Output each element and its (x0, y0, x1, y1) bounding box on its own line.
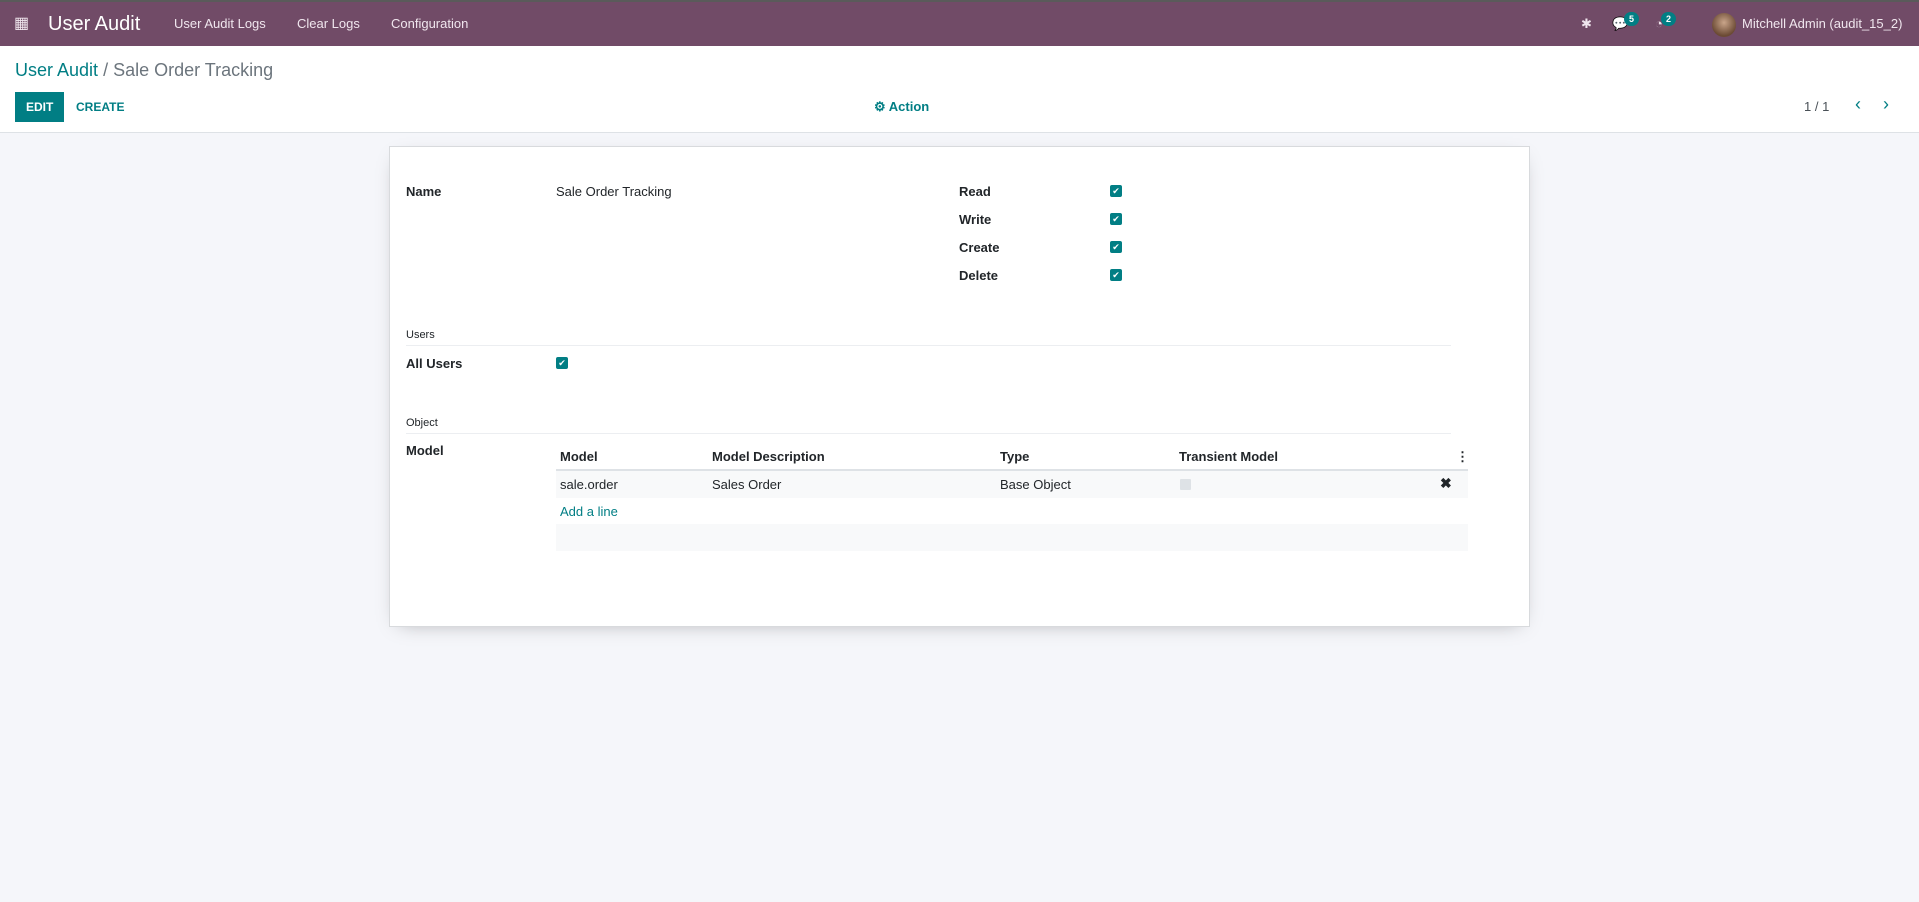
optional-columns-kebab-icon[interactable]: ⋮ (1456, 449, 1469, 465)
form-sheet: Name Sale Order Tracking Read ✔ Write ✔ … (389, 146, 1530, 627)
name-label: Name (406, 184, 442, 199)
cell-model: sale.order (560, 477, 618, 492)
breadcrumb: User Audit / Sale Order Tracking (15, 60, 273, 81)
delete-row-icon[interactable]: ✖ (1440, 475, 1452, 492)
breadcrumb-current: Sale Order Tracking (113, 60, 274, 80)
create-button[interactable]: CREATE (65, 92, 135, 122)
apps-menu-icon[interactable]: ▦ (14, 2, 29, 46)
pager-next-icon[interactable]: › (1883, 94, 1889, 115)
object-section-header: Object (406, 417, 1451, 434)
cell-type: Base Object (1000, 477, 1071, 492)
read-label: Read (959, 184, 991, 199)
user-menu[interactable]: Mitchell Admin (audit_15_2) (1742, 2, 1902, 46)
empty-row (556, 524, 1468, 551)
menu-configuration[interactable]: Configuration (391, 2, 468, 46)
users-section-header: Users (406, 329, 1451, 346)
write-label: Write (959, 212, 992, 227)
cell-description: Sales Order (712, 477, 782, 492)
read-checkbox[interactable]: ✔ (1110, 185, 1122, 197)
add-line-row: Add a line (556, 498, 1468, 524)
write-checkbox[interactable]: ✔ (1110, 213, 1122, 225)
transient-checkbox (1180, 479, 1191, 490)
control-panel: User Audit / Sale Order Tracking EDIT CR… (0, 46, 1919, 133)
menu-clear-logs[interactable]: Clear Logs (297, 2, 360, 46)
create-checkbox[interactable]: ✔ (1110, 241, 1122, 253)
menu-user-audit-logs[interactable]: User Audit Logs (174, 2, 266, 46)
gear-icon: ⚙ (874, 99, 886, 114)
column-header-type[interactable]: Type (1000, 449, 1029, 464)
column-header-model[interactable]: Model (560, 449, 598, 464)
breadcrumb-parent[interactable]: User Audit (15, 60, 98, 80)
create-label: Create (959, 240, 1000, 255)
debug-bug-icon[interactable]: ✱ (1581, 2, 1592, 46)
top-navbar: ▦ User Audit User Audit Logs Clear Logs … (0, 0, 1919, 46)
activities-clock-icon[interactable]: ◔ (1655, 2, 1663, 46)
user-avatar[interactable] (1712, 13, 1736, 37)
messages-badge: 5 (1624, 12, 1640, 26)
pager-previous-icon[interactable]: ‹ (1855, 94, 1861, 115)
table-header: Model Model Description Type Transient M… (556, 441, 1469, 471)
app-title[interactable]: User Audit (48, 2, 140, 46)
pager-value[interactable]: 1 / 1 (1804, 99, 1829, 114)
delete-label: Delete (959, 268, 999, 283)
column-header-description[interactable]: Model Description (712, 449, 825, 464)
breadcrumb-separator: / (103, 60, 109, 80)
column-header-transient[interactable]: Transient Model (1179, 449, 1278, 464)
table-row[interactable]: sale.order Sales Order Base Object ✖ (556, 471, 1468, 498)
model-label: Model (406, 443, 444, 458)
action-label: Action (888, 99, 930, 114)
all-users-checkbox[interactable]: ✔ (556, 357, 568, 369)
add-a-line-link[interactable]: Add a line (560, 504, 618, 519)
name-value: Sale Order Tracking (556, 184, 672, 199)
delete-checkbox[interactable]: ✔ (1110, 269, 1122, 281)
all-users-label: All Users (406, 356, 463, 371)
edit-button[interactable]: EDIT (15, 92, 65, 122)
activities-badge: 2 (1661, 12, 1677, 26)
action-dropdown[interactable]: ⚙ Action (863, 92, 940, 122)
